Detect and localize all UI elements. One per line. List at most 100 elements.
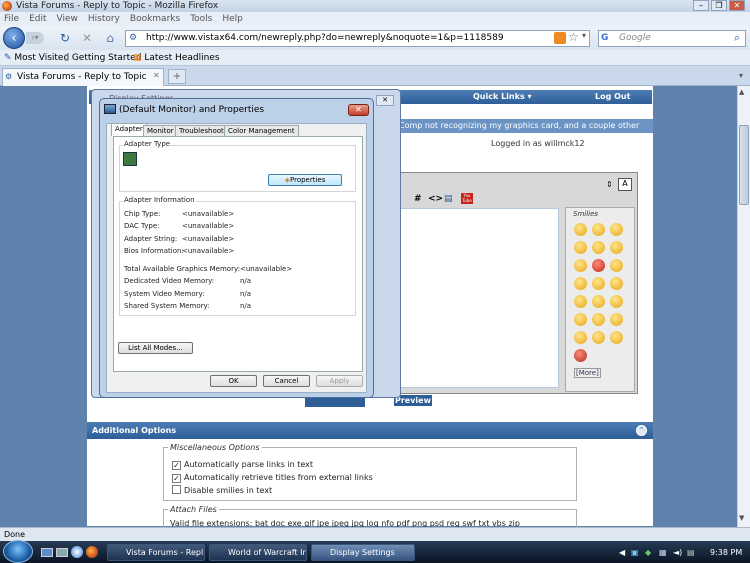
smiley-icon[interactable] [574, 277, 587, 290]
browser-tab[interactable]: Vista Forums - Reply to Topic [2, 68, 164, 86]
dedicated-memory-key: Dedicated Video Memory: [124, 277, 215, 285]
home-icon[interactable]: ⌂ [103, 31, 117, 45]
tray-shield-icon[interactable]: ◆ [645, 544, 651, 561]
taskbar-item-display-settings[interactable]: Display Settings [311, 544, 415, 561]
tab-monitor[interactable]: Monitor [143, 125, 178, 136]
code-icon[interactable]: <> [428, 194, 443, 204]
taskbar-item-firefox[interactable]: Vista Forums - Repl... [107, 544, 205, 561]
collapse-icon[interactable]: ⌃ [636, 425, 647, 436]
smiley-icon[interactable] [592, 295, 605, 308]
scroll-thumb[interactable] [739, 125, 749, 205]
volume-icon[interactable]: ◄) [673, 544, 682, 561]
tab-color-management[interactable]: Color Management [224, 125, 299, 136]
youtube-icon[interactable]: You Tube [461, 193, 473, 204]
tab-list-icon[interactable]: ▾ [739, 71, 743, 80]
url-bar[interactable]: http://www.vistax64.com/newreply.php?do=… [125, 30, 590, 47]
display-settings-close[interactable]: ✕ [376, 95, 394, 106]
option-retrieve-titles[interactable]: ✓ Automatically retrieve titles from exte… [172, 472, 373, 483]
tab-close-icon[interactable]: ✕ [153, 71, 160, 80]
option-disable-smilies[interactable]: Disable smilies in text [172, 485, 272, 496]
start-button[interactable] [3, 540, 33, 563]
search-input[interactable]: Google [598, 30, 746, 47]
checkbox-checked[interactable]: ✓ [172, 474, 181, 483]
message-textarea[interactable] [379, 208, 559, 388]
switch-mode-icon[interactable]: A [618, 178, 632, 191]
tab-troubleshoot[interactable]: Troubleshoot [175, 125, 228, 136]
bookmark-getting-started[interactable]: ▯ Getting Started [64, 50, 141, 66]
maximize-button[interactable]: ❐ [711, 0, 727, 11]
smiley-icon[interactable] [574, 313, 587, 326]
smiley-icon[interactable] [592, 277, 605, 290]
tray-device-icon[interactable]: ▤ [687, 544, 695, 561]
shared-memory-value: n/a [240, 302, 252, 310]
editor-resize-icon[interactable]: ⇕ [606, 180, 613, 189]
smiley-icon[interactable] [610, 241, 623, 254]
apply-button[interactable]: Apply [316, 375, 363, 387]
smiley-icon[interactable] [592, 241, 605, 254]
new-tab-button[interactable]: + [168, 69, 186, 84]
smiley-icon[interactable] [610, 223, 623, 236]
forward-button[interactable]: ›▾ [26, 32, 44, 44]
php-icon[interactable]: ▤ [444, 194, 453, 204]
smiley-icon[interactable] [610, 295, 623, 308]
tray-app-icon[interactable]: ▦ [659, 544, 667, 561]
menu-history[interactable]: History [88, 14, 120, 24]
search-icon[interactable]: ⌕ [734, 31, 740, 45]
menu-edit[interactable]: Edit [29, 14, 46, 24]
show-desktop-icon[interactable] [41, 548, 53, 557]
smiley-icon[interactable] [610, 313, 623, 326]
menu-file[interactable]: File [4, 14, 19, 24]
dialog-close-button[interactable]: ✕ [348, 104, 369, 116]
tab-adapter[interactable]: Adapter [111, 123, 147, 136]
rss-icon[interactable] [554, 32, 566, 44]
smiley-icon[interactable] [592, 331, 605, 344]
checkbox-checked[interactable]: ✓ [172, 461, 181, 470]
cancel-button[interactable]: Cancel [263, 375, 310, 387]
smiley-icon[interactable] [610, 331, 623, 344]
bookmark-latest-headlines[interactable]: ▦ Latest Headlines [133, 50, 220, 66]
smiley-icon[interactable] [574, 349, 587, 362]
smiley-icon[interactable] [574, 331, 587, 344]
ok-button[interactable]: OK [210, 375, 257, 387]
menu-view[interactable]: View [57, 14, 78, 24]
switch-windows-icon[interactable] [56, 548, 68, 557]
scroll-up-icon[interactable]: ▲ [739, 88, 744, 96]
smiley-icon[interactable] [574, 295, 587, 308]
smiley-icon[interactable] [610, 277, 623, 290]
smiley-icon[interactable] [592, 259, 605, 272]
url-dropdown-icon[interactable]: ▾ [582, 31, 586, 40]
smiley-icon[interactable] [574, 223, 587, 236]
reload-icon[interactable]: ↻ [58, 31, 72, 45]
smiley-icon[interactable] [574, 259, 587, 272]
network-icon[interactable]: ▣ [631, 544, 639, 561]
firefox-quicklaunch-icon[interactable] [86, 546, 98, 558]
quick-links-link[interactable]: Quick Links ▾ [473, 90, 532, 104]
google-icon[interactable]: G [601, 33, 613, 45]
menu-bookmarks[interactable]: Bookmarks [130, 14, 180, 24]
logged-in-text: Logged in as willmck12 [491, 139, 585, 148]
log-out-link[interactable]: Log Out [595, 90, 630, 104]
smiley-icon[interactable] [574, 241, 587, 254]
hash-icon[interactable]: # [414, 194, 422, 204]
option-parse-links[interactable]: ✓ Automatically parse links in text [172, 459, 313, 470]
stop-icon[interactable]: ✕ [80, 31, 94, 45]
smiley-icon[interactable] [610, 259, 623, 272]
properties-button[interactable]: ◈Properties [268, 174, 342, 186]
close-window-button[interactable]: ✕ [729, 0, 745, 11]
list-all-modes-button[interactable]: List All Modes... [118, 342, 193, 354]
bookmark-star-icon[interactable]: ☆ [568, 30, 579, 44]
taskbar-item-wow[interactable]: World of Warcraft In... [209, 544, 307, 561]
bookmark-most-visited[interactable]: ✎ Most Visited [4, 50, 69, 66]
smiley-icon[interactable] [592, 313, 605, 326]
back-button[interactable]: ‹ [3, 27, 25, 49]
clock[interactable]: 9:38 PM [710, 544, 742, 561]
menu-help[interactable]: Help [222, 14, 243, 24]
checkbox-unchecked[interactable] [172, 485, 181, 494]
more-smilies-link[interactable]: [More] [574, 368, 601, 378]
minimize-button[interactable]: – [693, 0, 709, 11]
tray-arrow-icon[interactable]: ◀ [619, 544, 625, 561]
media-player-icon[interactable] [71, 546, 83, 558]
menu-tools[interactable]: Tools [190, 14, 212, 24]
scroll-down-icon[interactable]: ▼ [739, 514, 744, 522]
smiley-icon[interactable] [592, 223, 605, 236]
